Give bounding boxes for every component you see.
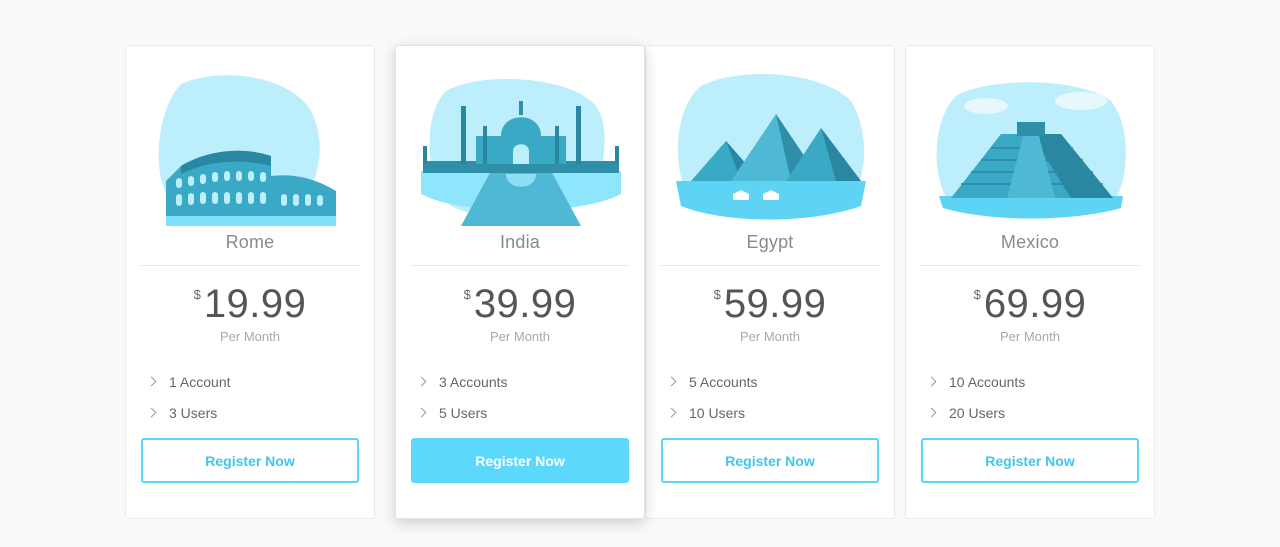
feature-item: 3 Accounts — [416, 366, 508, 397]
chevron-right-icon — [926, 407, 937, 418]
plan-name: Mexico — [1000, 232, 1060, 252]
plan-name: Rome — [225, 232, 275, 252]
feature-item: 5 Users — [416, 397, 508, 428]
price-amount: 39.99 — [473, 282, 577, 326]
feature-list: 3 Accounts 5 Users — [416, 366, 508, 428]
pricing-card-india: India $39.99 Per Month 3 Accounts 5 User… — [395, 45, 645, 519]
feature-item: 20 Users — [926, 397, 1025, 428]
feature-item: 10 Users — [666, 397, 758, 428]
chevron-right-icon — [146, 376, 157, 387]
divider — [140, 265, 360, 266]
feature-label: 10 Users — [689, 404, 746, 421]
pricing-section: Rome $19.99 Per Month 1 Account 3 Users … — [0, 0, 1280, 547]
billing-period: Per Month — [490, 329, 550, 344]
currency-symbol: $ — [193, 287, 201, 302]
feature-item: 1 Account — [146, 366, 231, 397]
chevron-right-icon — [666, 376, 677, 387]
plan-price: $59.99 — [646, 282, 894, 335]
feature-label: 20 Users — [949, 404, 1006, 421]
currency-symbol: $ — [713, 287, 721, 302]
mayan-pyramid-illustration — [931, 66, 1131, 226]
pricing-card-mexico: Mexico $69.99 Per Month 10 Accounts 20 U… — [905, 45, 1155, 519]
chevron-right-icon — [416, 376, 427, 387]
plan-name: Egypt — [746, 232, 794, 252]
price-amount: 19.99 — [203, 282, 307, 326]
taj-mahal-illustration — [421, 66, 621, 226]
pyramids-illustration — [671, 66, 871, 226]
plan-price: $39.99 — [396, 282, 644, 335]
divider — [660, 265, 880, 266]
price-amount: 59.99 — [723, 282, 827, 326]
chevron-right-icon — [666, 407, 677, 418]
register-now-button[interactable]: Register Now — [411, 438, 629, 483]
chevron-right-icon — [416, 407, 427, 418]
feature-label: 1 Account — [169, 373, 231, 390]
feature-item: 5 Accounts — [666, 366, 758, 397]
currency-symbol: $ — [973, 287, 981, 302]
plan-price: $19.99 — [126, 282, 374, 335]
billing-period: Per Month — [220, 329, 280, 344]
chevron-right-icon — [146, 407, 157, 418]
feature-label: 10 Accounts — [949, 373, 1026, 390]
currency-symbol: $ — [463, 287, 471, 302]
chevron-right-icon — [926, 376, 937, 387]
price-amount: 69.99 — [983, 282, 1087, 326]
colosseum-illustration — [151, 66, 351, 226]
feature-label: 3 Users — [169, 404, 218, 421]
billing-period: Per Month — [1000, 329, 1060, 344]
plan-name: India — [499, 232, 541, 252]
feature-list: 5 Accounts 10 Users — [666, 366, 758, 428]
feature-label: 5 Users — [439, 404, 488, 421]
feature-label: 5 Accounts — [689, 373, 758, 390]
feature-list: 10 Accounts 20 Users — [926, 366, 1025, 428]
divider — [920, 265, 1140, 266]
register-now-button[interactable]: Register Now — [141, 438, 359, 483]
feature-item: 3 Users — [146, 397, 231, 428]
feature-list: 1 Account 3 Users — [146, 366, 231, 428]
divider — [410, 265, 630, 266]
feature-label: 3 Accounts — [439, 373, 508, 390]
feature-item: 10 Accounts — [926, 366, 1025, 397]
register-now-button[interactable]: Register Now — [661, 438, 879, 483]
plan-price: $69.99 — [906, 282, 1154, 335]
pricing-card-rome: Rome $19.99 Per Month 1 Account 3 Users … — [125, 45, 375, 519]
pricing-card-egypt: Egypt $59.99 Per Month 5 Accounts 10 Use… — [645, 45, 895, 519]
billing-period: Per Month — [740, 329, 800, 344]
register-now-button[interactable]: Register Now — [921, 438, 1139, 483]
